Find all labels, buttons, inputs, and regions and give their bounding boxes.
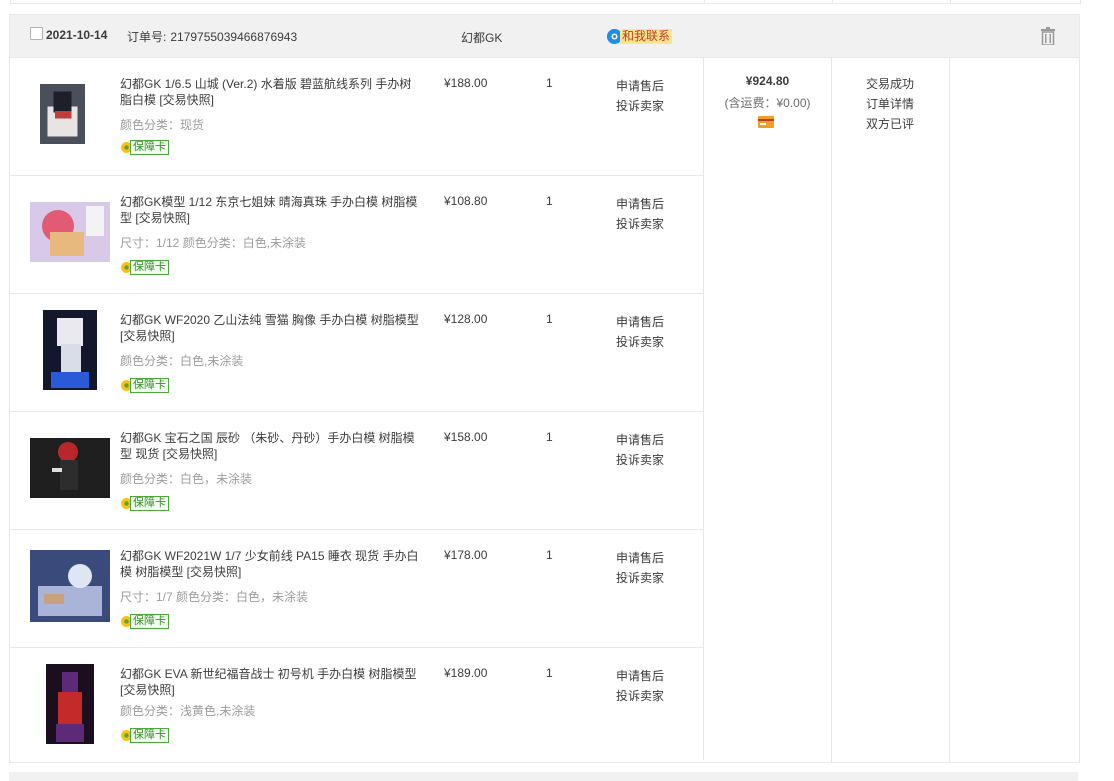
product-quantity: 1: [546, 548, 553, 562]
guarantee-badge[interactable]: 保障卡: [120, 613, 169, 629]
after-sale-link[interactable]: 申请售后: [616, 666, 664, 686]
product-thumbnail[interactable]: [30, 428, 110, 508]
order-number-value: 2179755039466876943: [170, 30, 298, 44]
after-sale-link[interactable]: 申请售后: [616, 430, 664, 450]
product-title-link[interactable]: 幻都GK WF2021W 1/7 少女前线 PA15 睡衣 现货 手办白模 树脂…: [120, 548, 420, 580]
order-number: 订单号: 2179755039466876943: [127, 28, 297, 45]
product-thumbnail[interactable]: [30, 546, 110, 626]
order-total: ¥924.80: [745, 74, 790, 88]
order-item-row: 幻都GK WF2021W 1/7 少女前线 PA15 睡衣 现货 手办白模 树脂…: [10, 530, 704, 648]
after-sale-link[interactable]: 申请售后: [616, 548, 664, 568]
product-sku: 颜色分类：白色，未涂装: [120, 472, 253, 486]
order-item-row: 幻都GK 宝石之国 辰砂 （朱砂、丹砂）手办白模 树脂模型 现货 [交易快照] …: [10, 412, 704, 530]
complain-seller-link[interactable]: 投诉卖家: [616, 332, 664, 352]
product-sku: 颜色分类：浅黄色,未涂装: [120, 704, 256, 718]
guarantee-badge[interactable]: 保障卡: [120, 139, 169, 155]
item-operations: 申请售后 投诉卖家: [616, 76, 664, 116]
order-number-label: 订单号:: [127, 30, 167, 44]
product-thumbnail[interactable]: [30, 74, 110, 154]
guarantee-label: 保障卡: [130, 259, 169, 275]
order-item-row: 幻都GK模型 1/12 东京七姐妹 晴海真珠 手办白模 树脂模型 [交易快照] …: [10, 176, 704, 294]
complain-seller-link[interactable]: 投诉卖家: [616, 96, 664, 116]
order-total-column: ¥924.80 (含运费：¥0.00): [704, 58, 832, 762]
product-thumbnail[interactable]: [30, 192, 110, 272]
complain-seller-link[interactable]: 投诉卖家: [616, 450, 664, 470]
item-operations: 申请售后 投诉卖家: [616, 548, 664, 588]
previous-order-bottom: [10, 0, 1081, 4]
product-title-link[interactable]: 幻都GK 宝石之国 辰砂 （朱砂、丹砂）手办白模 树脂模型 现货 [交易快照]: [120, 430, 420, 462]
item-operations: 申请售后 投诉卖家: [616, 430, 664, 470]
product-price: ¥178.00: [444, 548, 488, 562]
complain-seller-link[interactable]: 投诉卖家: [616, 686, 664, 706]
after-sale-link[interactable]: 申请售后: [616, 76, 664, 96]
contact-seller-label: 和我联系: [620, 29, 673, 44]
guarantee-label: 保障卡: [130, 495, 169, 511]
guarantee-label: 保障卡: [130, 613, 169, 629]
review-status: 双方已评: [866, 117, 915, 131]
order-status: 交易成功: [866, 77, 915, 91]
product-title-link[interactable]: 幻都GK EVA 新世纪福音战士 初号机 手办白模 树脂模型 [交易快照]: [120, 666, 420, 698]
order-card: 2021-10-14 订单号: 2179755039466876943 幻都GK …: [9, 14, 1080, 763]
trash-icon[interactable]: [1040, 27, 1056, 46]
order-item-row: 幻都GK EVA 新世纪福音战士 初号机 手办白模 树脂模型 [交易快照] 颜色…: [10, 648, 704, 760]
item-operations: 申请售后 投诉卖家: [616, 666, 664, 706]
guarantee-badge[interactable]: 保障卡: [120, 259, 169, 275]
shipping-fee: (含运费：¥0.00): [724, 96, 811, 110]
product-sku: 尺寸：1/7 颜色分类：白色，未涂装: [120, 590, 309, 604]
order-item-row: 幻都GK 1/6.5 山城 (Ver.2) 水着版 碧蓝航线系列 手办树脂白模 …: [10, 58, 704, 176]
contact-seller-button[interactable]: 和我联系: [607, 29, 673, 44]
product-thumbnail[interactable]: [30, 310, 110, 390]
complain-seller-link[interactable]: 投诉卖家: [616, 568, 664, 588]
item-operations: 申请售后 投诉卖家: [616, 194, 664, 234]
order-status-column: 交易成功 订单详情 双方已评: [832, 58, 950, 762]
product-thumbnail[interactable]: [30, 664, 110, 744]
after-sale-link[interactable]: 申请售后: [616, 194, 664, 214]
order-item-row: 幻都GK WF2020 乙山法纯 雪猫 胸像 手办白模 树脂模型 [交易快照] …: [10, 294, 704, 412]
product-price: ¥128.00: [444, 312, 488, 326]
order-detail-link[interactable]: 订单详情: [866, 94, 914, 114]
after-sale-link[interactable]: 申请售后: [616, 312, 664, 332]
product-price: ¥158.00: [444, 430, 488, 444]
guarantee-badge[interactable]: 保障卡: [120, 727, 169, 743]
product-quantity: 1: [546, 312, 553, 326]
product-quantity: 1: [546, 430, 553, 444]
product-quantity: 1: [546, 76, 553, 90]
product-quantity: 1: [546, 666, 553, 680]
product-sku: 尺寸：1/12 颜色分类：白色,未涂装: [120, 236, 307, 250]
payment-card-icon[interactable]: [758, 116, 774, 128]
shop-name-link[interactable]: 幻都GK: [461, 29, 502, 46]
product-sku: 颜色分类：现货: [120, 118, 205, 132]
order-header: 2021-10-14 订单号: 2179755039466876943 幻都GK …: [10, 15, 1079, 58]
next-order-header: [9, 772, 1078, 781]
product-sku: 颜色分类：白色,未涂装: [120, 354, 244, 368]
order-date: 2021-10-14: [46, 28, 108, 42]
guarantee-label: 保障卡: [130, 727, 169, 743]
order-select-checkbox[interactable]: [30, 27, 43, 40]
order-items: 幻都GK 1/6.5 山城 (Ver.2) 水着版 碧蓝航线系列 手办树脂白模 …: [10, 58, 704, 760]
guarantee-label: 保障卡: [130, 377, 169, 393]
product-title-link[interactable]: 幻都GK WF2020 乙山法纯 雪猫 胸像 手办白模 树脂模型 [交易快照]: [120, 312, 420, 344]
guarantee-badge[interactable]: 保障卡: [120, 495, 169, 511]
guarantee-label: 保障卡: [130, 139, 169, 155]
complain-seller-link[interactable]: 投诉卖家: [616, 214, 664, 234]
product-title-link[interactable]: 幻都GK模型 1/12 东京七姐妹 晴海真珠 手办白模 树脂模型 [交易快照]: [120, 194, 420, 226]
product-quantity: 1: [546, 194, 553, 208]
item-operations: 申请售后 投诉卖家: [616, 312, 664, 352]
product-price: ¥189.00: [444, 666, 488, 680]
product-price: ¥188.00: [444, 76, 488, 90]
product-title-link[interactable]: 幻都GK 1/6.5 山城 (Ver.2) 水着版 碧蓝航线系列 手办树脂白模 …: [120, 76, 420, 108]
guarantee-badge[interactable]: 保障卡: [120, 377, 169, 393]
product-price: ¥108.80: [444, 194, 488, 208]
